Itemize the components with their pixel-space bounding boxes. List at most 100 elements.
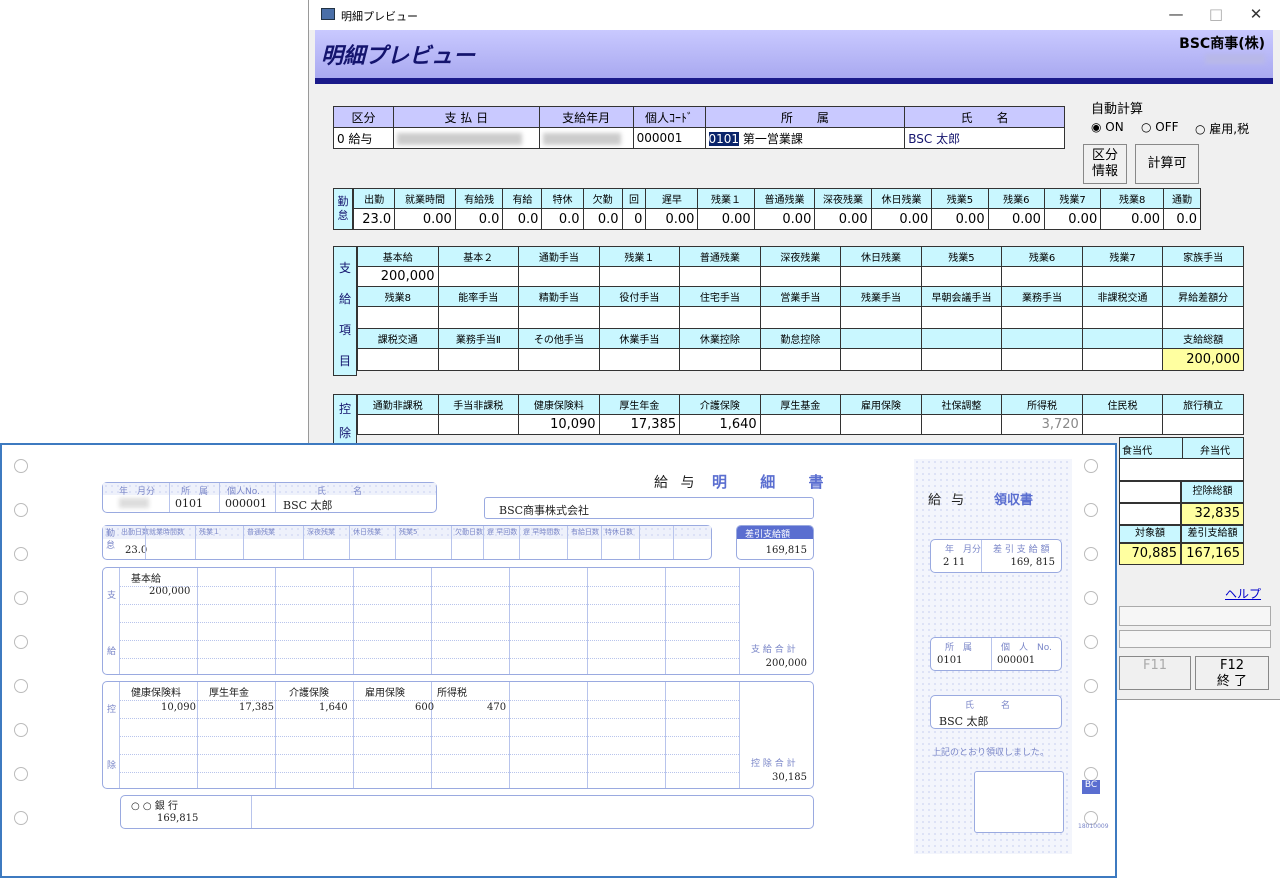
kintai-value[interactable]: 0.00 [814,208,872,230]
kubun-info-button[interactable]: 区分 情報 [1083,144,1127,184]
calc-button[interactable]: 計算可 [1135,144,1199,184]
minimize-button[interactable]: — [1161,5,1191,23]
kintai-value[interactable]: 0.00 [394,208,456,230]
code-value[interactable]: 000001 [632,127,706,149]
shikyu-header: 業務手当 [1001,286,1083,307]
kintai-value[interactable]: 0.0 [454,208,504,230]
month-value[interactable] [538,127,634,149]
shikyu-value[interactable] [518,348,600,371]
kojo-value[interactable] [1081,414,1164,435]
shikyu-value[interactable] [920,348,1003,371]
shikyu-value[interactable] [840,348,922,371]
kintai-value[interactable]: 0 [621,208,647,230]
shikyu-value[interactable] [920,306,1003,329]
kintai-value[interactable]: 0.00 [931,208,989,230]
kojo-value[interactable] [920,414,1003,435]
shikyu-value[interactable] [920,266,1003,287]
tractor-hole [1084,459,1098,473]
kintai-header: 就業時間 [394,188,456,209]
kubun-value[interactable]: 0 給与 [333,127,394,149]
shikyu-value[interactable] [1001,306,1083,329]
shikyu-value[interactable] [518,306,600,329]
kojo-value[interactable] [840,414,922,435]
form-kihon-value: 200,000 [149,586,191,597]
maximize-button[interactable]: □ [1201,5,1231,23]
shikyu-total-value[interactable]: 200,000 [1162,348,1244,371]
shikyu-value[interactable] [1081,266,1164,287]
form-header-box: 年 月分 所 属 個人No. 氏 名 0101 000001 BSC 太郎 [102,482,437,513]
kintai-value[interactable]: 0.00 [645,208,699,230]
shikyu-header: 業務手当Ⅱ [437,328,520,349]
kintai-value[interactable]: 0.0 [502,208,543,230]
shikyu-value[interactable] [840,306,922,329]
shikyu-value[interactable] [759,306,842,329]
kintai-value[interactable]: 0.0 [1163,208,1201,230]
kojo-value[interactable] [357,414,439,435]
shikyu-value[interactable] [1001,348,1083,371]
shikyu-value[interactable] [357,348,439,371]
form-hdr-month: 年 月分 [119,487,156,497]
f11-button[interactable]: F11 [1119,656,1191,690]
shikyu-value[interactable] [437,306,520,329]
kojo-value[interactable]: 3,720 [1001,414,1083,435]
kojo-value[interactable] [759,414,842,435]
kintai-value[interactable]: 23.0 [352,208,396,230]
shikyu-value[interactable] [518,266,600,287]
radio-tax[interactable]: ○ 雇用,税 [1195,120,1249,137]
help-link[interactable]: ヘルプ [1225,585,1261,602]
kintai-value[interactable]: 0.00 [753,208,816,230]
kojo-value[interactable] [437,414,520,435]
shikyu-header: 深夜残業 [759,246,842,267]
shikyu-value[interactable] [598,266,681,287]
kojo-value[interactable]: 17,385 [598,414,681,435]
shikyu-value[interactable] [437,348,520,371]
form-kojo-value: 17,385 [239,702,274,713]
receipt-dept-box: 所 属 個 人 No. 0101 000001 [930,637,1062,671]
shikyu-value[interactable] [1081,348,1164,371]
form-bank-box: ○ ○ 銀 行 169,815 [120,795,814,829]
kintai-value[interactable]: 0.00 [697,208,755,230]
shikyu-value[interactable] [357,306,439,329]
kintai-header: 残業１ [697,188,755,209]
shikyu-value[interactable] [598,348,681,371]
kintai-value[interactable]: 0.00 [987,208,1045,230]
kintai-header: 深夜残業 [814,188,872,209]
kojo-header: 通勤非課税 [357,394,439,415]
shikyu-value[interactable]: 200,000 [357,266,439,287]
form-kintai-header: 遅 早回数 [487,528,518,536]
kintai-value[interactable]: 0.00 [1043,208,1102,230]
payday-value[interactable] [392,127,540,149]
shikyu-value[interactable] [679,266,761,287]
kintai-value[interactable]: 0.0 [582,208,623,230]
kintai-value[interactable]: 0.00 [870,208,933,230]
form-kintai-value: 23.0 [125,545,148,556]
shikyu-value[interactable] [1162,266,1244,287]
form-kintai-header: 深夜残業 [307,528,335,536]
shikyu-header: 役付手当 [598,286,681,307]
name-value[interactable]: BSC 太郎 [904,127,1065,149]
shikyu-value[interactable] [759,348,842,371]
shikyu-value[interactable] [679,306,761,329]
shikyu-value[interactable] [679,348,761,371]
radio-off[interactable]: ○ OFF [1141,120,1179,134]
radio-on[interactable]: ◉ ON [1091,120,1124,134]
shikyu-value[interactable] [840,266,922,287]
dept-value[interactable]: 0101 第一営業課 [704,127,906,149]
shikyu-value[interactable] [1081,306,1164,329]
kojo-value[interactable]: 10,090 [518,414,600,435]
shikyu-header: 休日残業 [840,246,922,267]
kintai-value[interactable]: 0.00 [1100,208,1165,230]
shikyu-value[interactable] [437,266,520,287]
shikyu-value[interactable] [1001,266,1083,287]
f12-button[interactable]: F12 終 了 [1195,656,1269,690]
shikyu-header: 非課税交通 [1081,286,1164,307]
kintai-value[interactable]: 0.0 [541,208,584,230]
shikyu-value[interactable] [1162,306,1244,329]
receipt-hdr-dept: 所 属 [945,643,973,653]
shikyu-header: 家族手当 [1162,246,1244,267]
kojo-value[interactable]: 1,640 [679,414,761,435]
kojo-value[interactable] [1162,414,1244,435]
close-button[interactable]: ✕ [1241,5,1271,23]
shikyu-value[interactable] [759,266,842,287]
shikyu-value[interactable] [598,306,681,329]
